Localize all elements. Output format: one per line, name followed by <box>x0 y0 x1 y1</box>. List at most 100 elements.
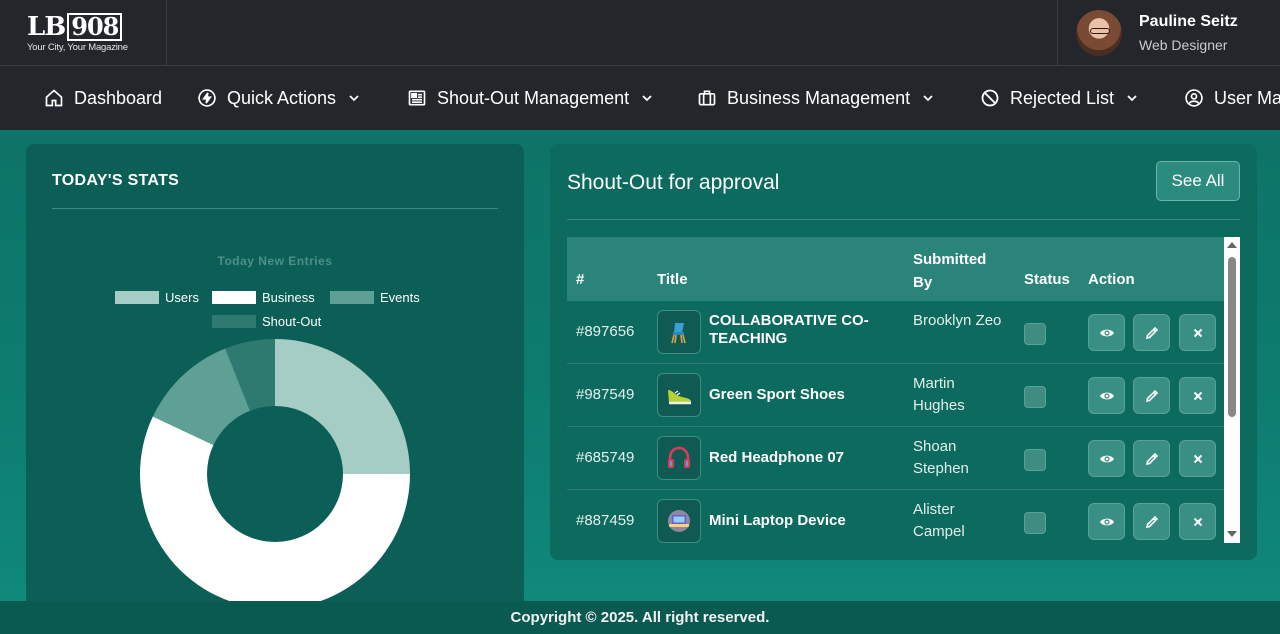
row-id: #987549 <box>576 386 635 403</box>
row-id: #897656 <box>576 323 635 340</box>
scroll-thumb[interactable] <box>1228 257 1236 417</box>
chevron-down-icon <box>642 95 652 102</box>
eye-icon <box>1099 455 1114 462</box>
view-button[interactable] <box>1088 314 1125 351</box>
col-submitted-by: Submitted By <box>913 251 987 291</box>
approval-title: Shout-Out for approval <box>567 171 780 194</box>
nav-quick-actions-label: Quick Actions <box>227 87 337 108</box>
laptop-icon <box>668 510 690 532</box>
logo[interactable]: LB 908 Your City, Your Magazine <box>0 0 167 66</box>
profile-role: Web Designer <box>1139 37 1228 53</box>
nav-business-label: Business Management <box>727 87 911 108</box>
edit-button[interactable] <box>1133 314 1170 351</box>
nav-quick-actions[interactable]: Quick Actions <box>197 66 360 130</box>
nav-business-management[interactable]: Business Management <box>697 66 934 130</box>
shoe-icon <box>668 390 691 405</box>
close-icon <box>1193 517 1202 526</box>
row-thumbnail <box>657 499 701 543</box>
chair-icon <box>671 323 686 344</box>
reject-button[interactable] <box>1179 377 1216 414</box>
col-status: Status <box>1024 271 1070 288</box>
edit-button[interactable] <box>1133 503 1170 540</box>
see-all-button[interactable]: See All <box>1156 161 1240 201</box>
row-id: #685749 <box>576 449 635 466</box>
avatar <box>1076 10 1122 56</box>
pencil-icon <box>1145 389 1158 402</box>
eye-icon <box>1099 518 1114 525</box>
logo-left-text: LB <box>27 12 66 42</box>
view-button[interactable] <box>1088 503 1125 540</box>
chevron-down-icon <box>349 95 359 102</box>
status-checkbox[interactable] <box>1024 449 1046 471</box>
scroll-down-arrow-icon[interactable] <box>1227 531 1237 537</box>
pencil-icon <box>1145 326 1158 339</box>
status-checkbox[interactable] <box>1024 386 1046 408</box>
row-title[interactable]: Green Sport Shoes <box>709 386 899 404</box>
reject-button[interactable] <box>1179 503 1216 540</box>
edit-button[interactable] <box>1133 377 1170 414</box>
approval-table: # Title Submitted By Status Action #8976… <box>567 237 1240 543</box>
table-row: #887459 Mini Laptop Device Alister Campe… <box>567 490 1224 543</box>
table-scrollbar[interactable] <box>1224 237 1240 543</box>
divider <box>567 219 1240 220</box>
nav-shout-out-label: Shout-Out Management <box>437 87 630 108</box>
main-nav: Dashboard Quick Actions Shout-Out Manage… <box>0 66 1280 130</box>
user-icon <box>1185 89 1203 107</box>
logo-tagline: Your City, Your Magazine <box>27 42 128 53</box>
top-bar: LB 908 Your City, Your Magazine Pauline … <box>0 0 1280 66</box>
row-thumbnail <box>657 373 701 417</box>
row-title[interactable]: COLLABORATIVE CO-TEACHING <box>709 312 899 348</box>
briefcase-icon <box>698 90 716 106</box>
home-icon <box>45 89 63 107</box>
reject-button[interactable] <box>1179 440 1216 477</box>
profile-name: Pauline Seitz <box>1139 13 1238 30</box>
nav-dashboard-label: Dashboard <box>74 87 163 108</box>
close-icon <box>1193 328 1202 337</box>
col-id: # <box>576 271 585 288</box>
nav-dashboard[interactable]: Dashboard <box>44 66 162 130</box>
edit-button[interactable] <box>1133 440 1170 477</box>
row-title[interactable]: Mini Laptop Device <box>709 512 899 530</box>
eye-icon <box>1099 329 1114 336</box>
bolt-icon <box>198 89 216 107</box>
row-submitted-by: Brooklyn Zeo <box>913 312 1002 329</box>
pencil-icon <box>1145 515 1158 528</box>
col-action: Action <box>1088 271 1135 288</box>
table-row: #987549 Green Sport Shoes Martin Hughes <box>567 364 1224 427</box>
ban-icon <box>981 89 999 107</box>
shout-out-approval-card: Shout-Out for approval See All # Title S… <box>550 144 1257 560</box>
logo-box-text: 908 <box>67 13 123 41</box>
status-checkbox[interactable] <box>1024 512 1046 534</box>
nav-user-management[interactable]: User Ma <box>1184 66 1280 130</box>
todays-stats-card: TODAY'S STATS Today New Entries Users Bu… <box>26 144 524 614</box>
table-row: #897656 COLLABORATIVE CO-TEACHING Brookl… <box>567 301 1224 364</box>
nav-shout-out-management[interactable]: Shout-Out Management <box>407 66 653 130</box>
view-button[interactable] <box>1088 440 1125 477</box>
logo-wordmark: LB 908 <box>27 12 123 42</box>
reject-button[interactable] <box>1179 314 1216 351</box>
nav-rejected-label: Rejected List <box>1010 87 1115 108</box>
pencil-icon <box>1145 452 1158 465</box>
scroll-up-arrow-icon[interactable] <box>1227 242 1237 248</box>
close-icon <box>1193 454 1202 463</box>
table-row: #685749 Red Headphone 07 Shoan Stephen <box>567 427 1224 490</box>
row-submitted-by: Alister Campel <box>913 501 965 540</box>
newspaper-icon <box>408 90 426 106</box>
row-id: #887459 <box>576 512 635 529</box>
nav-user-label: User Ma <box>1214 87 1280 108</box>
eye-icon <box>1099 392 1114 399</box>
chevron-down-icon <box>1127 95 1137 102</box>
footer: Copyright © 2025. All right reserved. <box>0 601 1280 634</box>
row-thumbnail <box>657 310 701 354</box>
view-button[interactable] <box>1088 377 1125 414</box>
row-thumbnail <box>657 436 701 480</box>
col-title: Title <box>657 271 688 288</box>
row-submitted-by: Shoan Stephen <box>913 438 969 477</box>
user-profile[interactable]: Pauline Seitz Web Designer <box>1057 0 1280 66</box>
chevron-down-icon <box>923 95 933 102</box>
donut-slice-users[interactable] <box>275 339 410 474</box>
donut-chart <box>139 339 410 609</box>
row-title[interactable]: Red Headphone 07 <box>709 449 899 467</box>
nav-rejected-list[interactable]: Rejected List <box>980 66 1138 130</box>
status-checkbox[interactable] <box>1024 323 1046 345</box>
